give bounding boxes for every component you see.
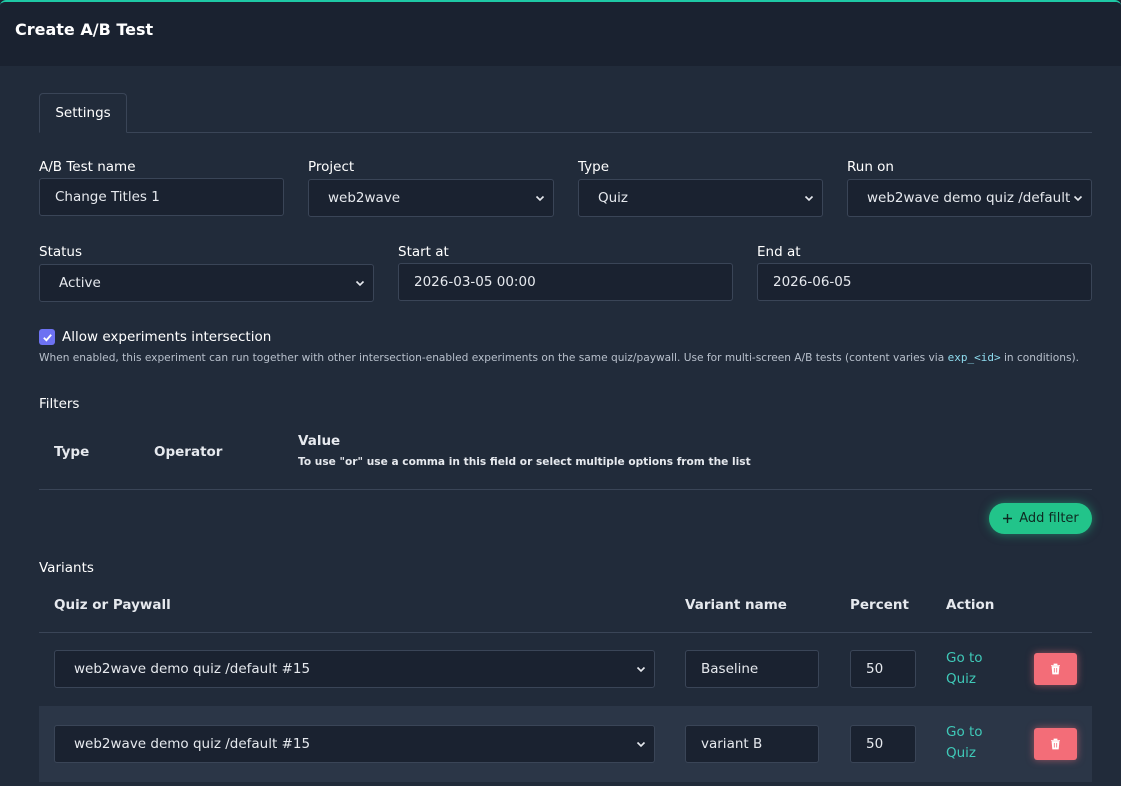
chevron-down-icon — [535, 195, 545, 202]
filters-col-value: Value — [298, 433, 341, 449]
variants-col-percent: Percent — [850, 597, 909, 613]
add-filter-label: Add filter — [1019, 511, 1079, 526]
type-value: Quiz — [598, 190, 629, 206]
variant-name-input[interactable]: variant B — [685, 725, 819, 763]
start-at-label: Start at — [398, 244, 449, 260]
status-select[interactable]: Active — [39, 264, 374, 302]
project-value: web2wave — [328, 190, 401, 206]
go-to-quiz-link[interactable]: Go to Quiz — [946, 648, 983, 690]
trash-icon — [1051, 663, 1060, 675]
delete-variant-button[interactable] — [1034, 653, 1077, 685]
ab-test-window: Create A/B Test Settings A/B Test name C… — [0, 0, 1121, 786]
status-value: Active — [59, 275, 101, 291]
variant-name-input[interactable]: Baseline — [685, 650, 819, 688]
end-at-label: End at — [757, 244, 801, 260]
run-on-select[interactable]: web2wave demo quiz /default — [847, 179, 1092, 217]
add-filter-button[interactable]: Add filter — [989, 503, 1092, 534]
plus-icon — [1003, 514, 1013, 523]
intersection-help: When enabled, this experiment can run to… — [39, 351, 1079, 364]
page-title: Create A/B Test — [15, 20, 154, 39]
check-icon — [42, 333, 52, 342]
filters-col-operator: Operator — [154, 444, 223, 460]
name-input[interactable]: Change Titles 1 — [39, 178, 284, 216]
intersection-label: Allow experiments intersection — [62, 329, 272, 345]
variant-percent-input[interactable]: 50 — [850, 725, 916, 763]
intersection-checkbox[interactable] — [39, 329, 55, 345]
go-to-line: Go to — [946, 724, 983, 740]
status-label: Status — [39, 244, 83, 260]
tabs-divider — [39, 132, 1092, 133]
filters-value-hint: To use "or" use a comma in this field or… — [298, 456, 751, 468]
help-text-start: When enabled, this experiment can run to… — [39, 352, 948, 364]
variants-col-quiz: Quiz or Paywall — [54, 597, 171, 613]
tab-settings[interactable]: Settings — [39, 93, 127, 133]
go-to-quiz-link[interactable]: Go to Quiz — [946, 722, 983, 764]
project-select[interactable]: web2wave — [308, 179, 554, 217]
variants-divider — [39, 632, 1092, 633]
help-text-end: in conditions). — [1000, 352, 1079, 364]
trash-icon — [1051, 738, 1060, 750]
help-code: exp_<id> — [947, 351, 1001, 364]
quiz-line: Quiz — [946, 671, 977, 687]
filters-divider — [39, 489, 1092, 490]
quiz-line: Quiz — [946, 745, 977, 761]
filters-col-type: Type — [54, 444, 90, 460]
go-to-line: Go to — [946, 650, 983, 666]
chevron-down-icon — [804, 195, 814, 202]
variant-quiz-select[interactable]: web2wave demo quiz /default #15 — [54, 650, 655, 688]
run-on-value: web2wave demo quiz /default — [867, 190, 1071, 206]
chevron-down-icon — [1073, 195, 1083, 202]
project-label: Project — [308, 159, 355, 175]
delete-variant-button[interactable] — [1034, 728, 1077, 760]
type-select[interactable]: Quiz — [578, 179, 823, 217]
variant-quiz-select[interactable]: web2wave demo quiz /default #15 — [54, 725, 655, 763]
start-at-input[interactable]: 2026-03-05 00:00 — [398, 263, 733, 301]
run-on-label: Run on — [847, 159, 894, 175]
variants-col-action: Action — [946, 597, 995, 613]
variants-col-name: Variant name — [685, 597, 787, 613]
name-label: A/B Test name — [39, 159, 136, 175]
type-label: Type — [578, 159, 610, 175]
page-header: Create A/B Test — [0, 2, 1121, 66]
variant-quiz-value: web2wave demo quiz /default #15 — [74, 736, 311, 752]
variant-quiz-value: web2wave demo quiz /default #15 — [74, 661, 311, 677]
chevron-down-icon — [636, 666, 646, 673]
filters-title: Filters — [39, 396, 80, 412]
variant-percent-input[interactable]: 50 — [850, 650, 916, 688]
chevron-down-icon — [636, 741, 646, 748]
variants-title: Variants — [39, 560, 94, 576]
end-at-input[interactable]: 2026-06-05 — [757, 263, 1092, 301]
chevron-down-icon — [355, 280, 365, 287]
